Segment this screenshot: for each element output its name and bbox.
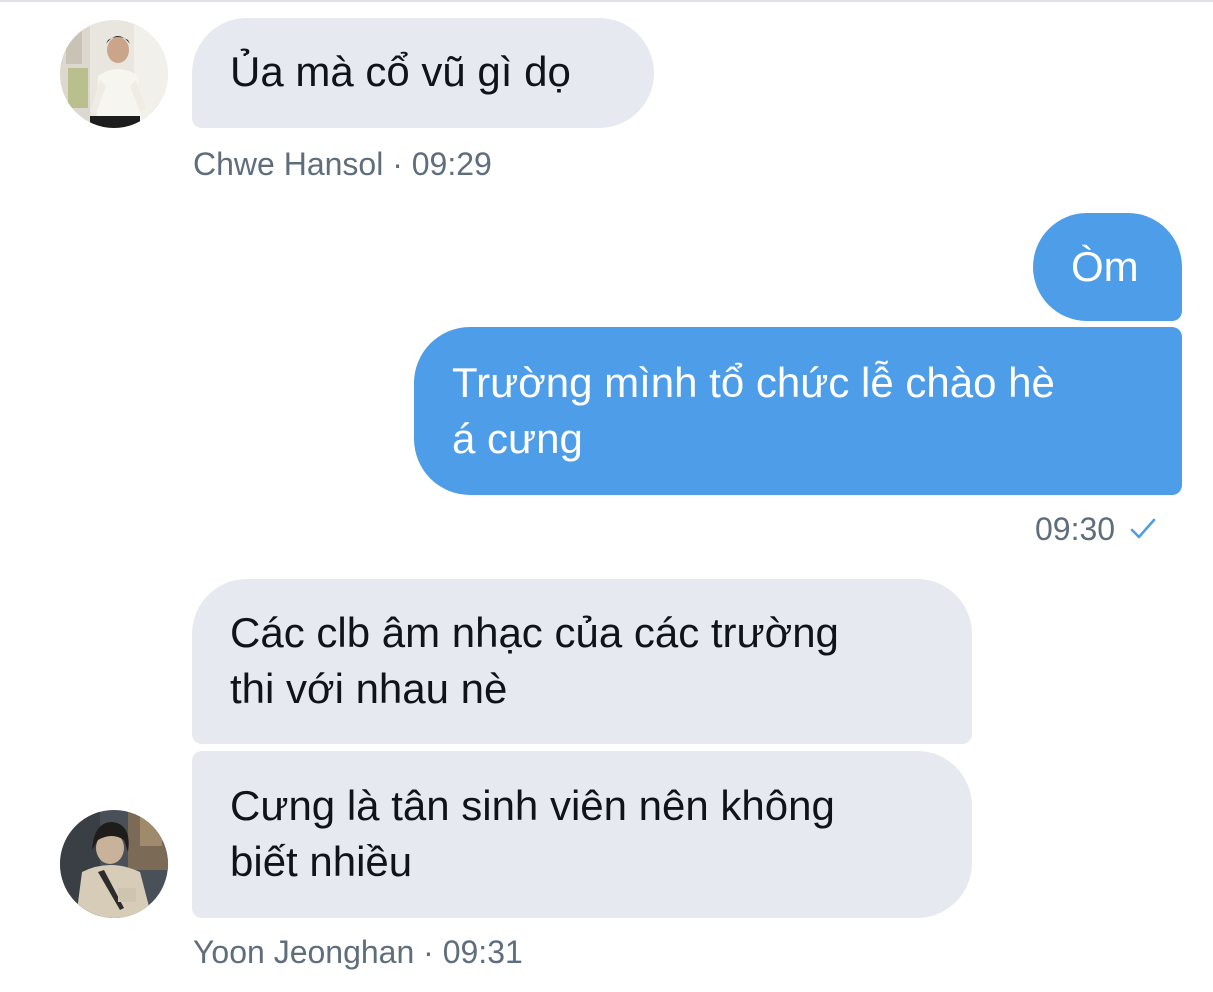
message-bubble-incoming[interactable]: Các clb âm nhạc của các trường thi với n…	[192, 579, 972, 744]
message-text: Ủa mà cổ vũ gì dọ	[230, 48, 571, 95]
message-text-line: biết nhiều	[230, 838, 413, 885]
message-meta: Chwe Hansol · 09:29	[193, 146, 492, 182]
message-bubble-incoming[interactable]: Ủa mà cổ vũ gì dọ	[192, 18, 654, 128]
avatar-photo-icon	[60, 810, 168, 918]
meta-separator: ·	[423, 934, 434, 970]
message-time: 09:31	[442, 934, 523, 970]
meta-separator: ·	[392, 146, 403, 182]
message-meta: Yoon Jeonghan · 09:31	[193, 934, 523, 970]
avatar-photo-icon	[60, 20, 168, 128]
sender-name: Chwe Hansol	[193, 146, 384, 182]
message-bubble-incoming[interactable]: Cưng là tân sinh viên nên không biết nhi…	[192, 751, 972, 918]
message-bubble-outgoing[interactable]: Òm	[1033, 213, 1182, 321]
message-meta: 09:30	[1035, 511, 1157, 547]
message-text-line: Cưng là tân sinh viên nên không	[230, 782, 835, 829]
message-time: 09:30	[1035, 511, 1116, 547]
message-time: 09:29	[411, 146, 492, 182]
avatar-chwe-hansol[interactable]	[60, 20, 168, 128]
message-text-line: thi với nhau nè	[230, 665, 508, 712]
avatar-yoon-jeonghan[interactable]	[60, 810, 168, 918]
message-text: Òm	[1071, 243, 1139, 290]
message-bubble-outgoing[interactable]: Trường mình tổ chức lễ chào hè á cưng	[414, 327, 1182, 495]
message-text-line: Các clb âm nhạc của các trường	[230, 609, 839, 656]
message-text-line: á cưng	[452, 415, 583, 462]
sender-name: Yoon Jeonghan	[193, 934, 415, 970]
message-text-line: Trường mình tổ chức lễ chào hè	[452, 359, 1055, 406]
check-icon	[1130, 518, 1156, 538]
top-divider	[0, 0, 1213, 2]
